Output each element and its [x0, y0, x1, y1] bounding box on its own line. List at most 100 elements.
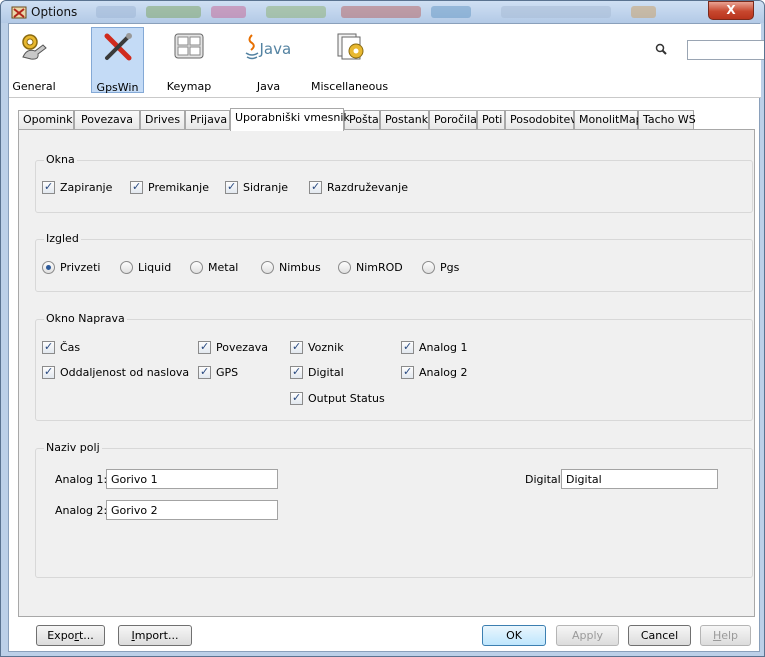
checkbox-voznik[interactable]: Voznik: [290, 340, 344, 354]
analog2-label: Analog 2:: [55, 504, 108, 517]
radio-button[interactable]: [338, 261, 351, 274]
checkbox-box[interactable]: [198, 340, 211, 354]
checkbox-razdruzevanje[interactable]: Razdruževanje: [309, 180, 408, 194]
checkbox-box[interactable]: [198, 365, 211, 379]
checkbox-label: Sidranje: [243, 181, 289, 194]
analog1-label: Analog 1:: [55, 473, 108, 486]
tools-icon: [104, 33, 132, 61]
tab-opomink[interactable]: Opomink: [18, 110, 74, 130]
group-title: Naziv polj: [44, 441, 102, 454]
checkbox-label: Oddaljenost od naslova: [60, 366, 190, 379]
tab-drives[interactable]: Drives: [140, 110, 185, 130]
analog2-name-field[interactable]: [106, 500, 278, 520]
checkbox-analog-2[interactable]: Analog 2: [401, 365, 468, 379]
tab-postanki[interactable]: Postanki: [380, 110, 431, 130]
radio-pgs[interactable]: Pgs: [422, 261, 459, 274]
java-logo-text: Java: [259, 40, 292, 58]
checkbox-label: Povezava: [216, 341, 269, 354]
radio-liquid[interactable]: Liquid: [120, 261, 171, 274]
toolbar-label: Miscellaneous: [311, 80, 389, 93]
radio-label: Nimbus: [279, 261, 321, 274]
help-button[interactable]: Help: [700, 625, 751, 646]
cancel-button[interactable]: Cancel: [628, 625, 691, 646]
checkbox-analog-1[interactable]: Analog 1: [401, 340, 468, 354]
title-bar: Options X: [1, 1, 764, 23]
naziv-polj-group: Naziv polj Analog 1: Analog 2: Digital:: [35, 441, 753, 578]
digital-label: Digital:: [525, 473, 565, 486]
checkbox-oddaljenost-od-naslova[interactable]: Oddaljenost od naslova: [42, 365, 190, 379]
radio-button[interactable]: [42, 261, 55, 274]
tab-panel: Okna Zapiranje Premikanje Sidranje Razdr…: [18, 129, 755, 617]
tab-prijava[interactable]: Prijava: [185, 110, 230, 130]
checkbox-label: GPS: [216, 366, 239, 379]
search-icon: [655, 43, 667, 55]
radio-label: NimROD: [356, 261, 403, 274]
checkbox-box[interactable]: [42, 365, 55, 379]
ok-button[interactable]: OK: [482, 625, 546, 646]
tab-uporabniski-vmesnik[interactable]: Uporabniški vmesnik: [230, 108, 350, 131]
checkbox-box[interactable]: [290, 391, 303, 405]
checkbox-povezava[interactable]: Povezava: [198, 340, 269, 354]
import-button[interactable]: Import...: [118, 625, 192, 646]
radio-privzeti[interactable]: Privzeti: [42, 261, 100, 274]
tab-monolitmap[interactable]: MonolitMap: [574, 110, 643, 130]
tab-posodobitev[interactable]: Posodobitev: [505, 110, 577, 130]
checkbox-zapiranje[interactable]: Zapiranje: [42, 180, 112, 194]
category-toolbar: General GpsWin Keymap Java Java Miscella…: [9, 24, 764, 98]
search-input[interactable]: [687, 40, 764, 60]
window-title: Options: [31, 5, 78, 19]
checkbox-box[interactable]: [401, 340, 414, 354]
gears-icon: [22, 34, 47, 60]
checkbox-label: Čas: [60, 341, 81, 354]
radio-button[interactable]: [190, 261, 203, 274]
radio-nimbus[interactable]: Nimbus: [261, 261, 321, 274]
digital-name-field[interactable]: [561, 469, 718, 489]
checkbox-label: Premikanje: [148, 181, 209, 194]
checkbox-premikanje[interactable]: Premikanje: [130, 180, 209, 194]
okna-group: Okna Zapiranje Premikanje Sidranje Razdr…: [35, 153, 753, 213]
misc-icon: [337, 33, 363, 60]
checkbox-sidranje[interactable]: Sidranje: [225, 180, 289, 194]
checkbox-label: Digital: [308, 366, 344, 379]
checkbox-output-status[interactable]: Output Status: [290, 391, 385, 405]
tab-povezava[interactable]: Povezava: [74, 110, 140, 130]
checkbox-digital[interactable]: Digital: [290, 365, 344, 379]
group-title: Okno Naprava: [44, 312, 127, 325]
dialog-client-area: General GpsWin Keymap Java Java Miscella…: [8, 23, 764, 652]
okno-naprava-group: Okno Naprava Čas Oddaljenost od naslova …: [35, 312, 753, 421]
toolbar-miscellaneous-button[interactable]: Miscellaneous: [311, 27, 389, 93]
toolbar-general-button[interactable]: General: [12, 27, 56, 93]
tab-poti[interactable]: Poti: [477, 110, 505, 130]
checkbox-box[interactable]: [309, 180, 322, 194]
group-title: Okna: [44, 153, 77, 166]
toolbar-keymap-button[interactable]: Keymap: [165, 27, 213, 93]
checkbox-box[interactable]: [290, 365, 303, 379]
toolbar-java-button[interactable]: Java Java: [241, 27, 296, 93]
checkbox-label: Analog 1: [419, 341, 468, 354]
checkbox-box[interactable]: [290, 340, 303, 354]
radio-label: Pgs: [440, 261, 460, 274]
toolbar-gpswin-button[interactable]: GpsWin: [91, 27, 144, 94]
toolbar-label: General: [12, 80, 56, 93]
close-button[interactable]: X: [708, 1, 754, 20]
checkbox-gps[interactable]: GPS: [198, 365, 239, 379]
radio-button[interactable]: [120, 261, 133, 274]
checkbox-cas[interactable]: Čas: [42, 340, 81, 354]
checkbox-box[interactable]: [130, 180, 143, 194]
radio-metal[interactable]: Metal: [190, 261, 238, 274]
checkbox-label: Razdruževanje: [327, 181, 408, 194]
checkbox-box[interactable]: [42, 340, 55, 354]
tab-tacho-ws[interactable]: Tacho WS: [638, 110, 696, 130]
tab-porocila[interactable]: Poročila: [429, 110, 477, 130]
radio-button[interactable]: [422, 261, 435, 274]
apply-button[interactable]: Apply: [556, 625, 619, 646]
checkbox-box[interactable]: [401, 365, 414, 379]
checkbox-box[interactable]: [225, 180, 238, 194]
checkbox-label: Analog 2: [419, 366, 468, 379]
radio-button[interactable]: [261, 261, 274, 274]
radio-nimrod[interactable]: NimROD: [338, 261, 403, 274]
analog1-name-field[interactable]: [106, 469, 278, 489]
toolbar-label: Keymap: [166, 80, 212, 93]
checkbox-box[interactable]: [42, 180, 55, 194]
export-button[interactable]: Export...: [36, 625, 105, 646]
